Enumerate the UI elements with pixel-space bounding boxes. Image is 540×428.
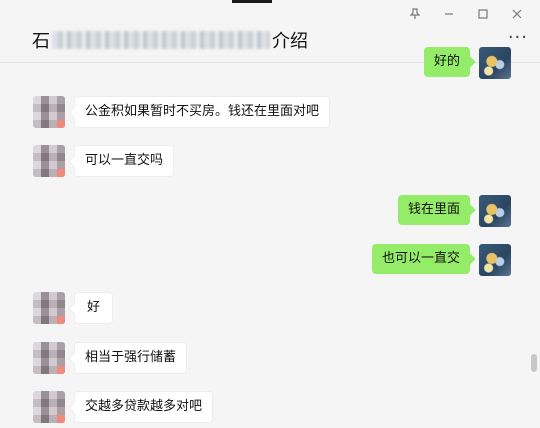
message-row: 钱在里面 — [397, 195, 511, 227]
my-avatar[interactable] — [479, 47, 511, 79]
message-bubble-outgoing[interactable]: 好的 — [423, 47, 470, 77]
window-controls — [398, 5, 534, 23]
message-row: 也可以一直交 — [371, 244, 511, 276]
pin-icon[interactable] — [398, 5, 432, 23]
contact-avatar[interactable] — [33, 391, 65, 423]
message-bubble-outgoing[interactable]: 也可以一直交 — [371, 244, 470, 274]
message-row: 好的 — [423, 47, 511, 79]
contact-avatar[interactable] — [33, 292, 65, 324]
chat-title-prefix: 石 — [32, 31, 50, 52]
message-bubble-incoming[interactable]: 相当于强行储蓄 — [74, 342, 188, 374]
my-avatar[interactable] — [479, 195, 511, 227]
message-row: 交越多贷款越多对吧 — [33, 391, 214, 423]
chat-title-suffix: 介绍 — [272, 31, 308, 52]
chat-window: 石 介绍 ··· 好的 公金积如果暂时不买房。钱还在里面对吧 可以一直交吗 钱在… — [0, 0, 540, 428]
message-bubble-incoming[interactable]: 可以一直交吗 — [74, 145, 175, 177]
redacted-title-blur — [52, 31, 270, 49]
title-bar-accent — [232, 0, 272, 3]
maximize-icon[interactable] — [466, 5, 500, 23]
close-icon[interactable] — [500, 5, 534, 23]
message-bubble-incoming[interactable]: 交越多贷款越多对吧 — [74, 391, 214, 423]
message-bubble-incoming[interactable]: 好 — [74, 292, 114, 324]
minimize-icon[interactable] — [432, 5, 466, 23]
message-list[interactable]: 好的 公金积如果暂时不买房。钱还在里面对吧 可以一直交吗 钱在里面 也可以一直交… — [0, 47, 540, 428]
message-row: 相当于强行储蓄 — [33, 342, 188, 374]
contact-avatar[interactable] — [33, 342, 65, 374]
chat-title: 石 介绍 — [32, 27, 308, 53]
message-row: 公金积如果暂时不买房。钱还在里面对吧 — [33, 96, 331, 128]
my-avatar[interactable] — [479, 244, 511, 276]
more-options-button[interactable]: ··· — [508, 29, 528, 47]
contact-avatar[interactable] — [33, 145, 65, 177]
contact-avatar[interactable] — [33, 96, 65, 128]
message-bubble-outgoing[interactable]: 钱在里面 — [397, 195, 470, 225]
message-row: 可以一直交吗 — [33, 145, 175, 177]
scrollbar-thumb[interactable] — [531, 354, 537, 372]
message-bubble-incoming[interactable]: 公金积如果暂时不买房。钱还在里面对吧 — [74, 96, 331, 128]
message-row: 好 — [33, 292, 114, 324]
